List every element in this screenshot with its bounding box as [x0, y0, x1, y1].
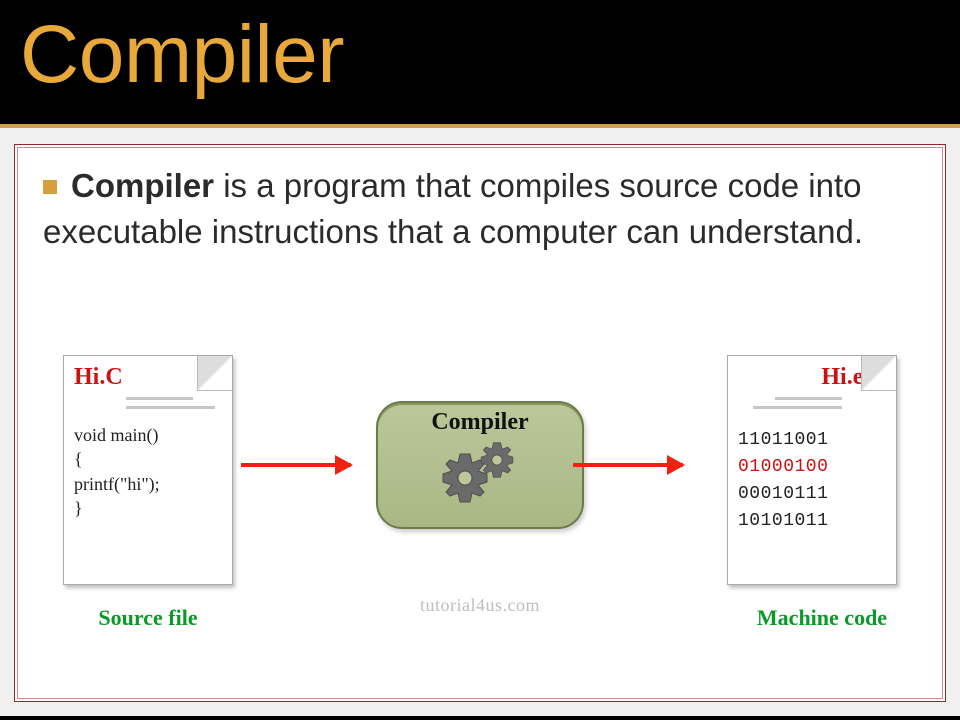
bullet-icon — [43, 180, 57, 194]
title-bar: Compiler — [0, 0, 960, 128]
content-panel: Compiler is a program that compiles sour… — [14, 144, 946, 702]
compiler-label: Compiler — [378, 409, 582, 436]
source-caption: Source file — [63, 605, 233, 631]
bin-line: 10101011 — [738, 508, 886, 535]
compiler-box: Compiler — [376, 401, 584, 529]
gears-icon — [435, 438, 525, 512]
content-area: Compiler is a program that compiles sour… — [0, 128, 960, 716]
slide-title: Compiler — [20, 8, 940, 102]
decorative-line — [126, 406, 215, 409]
body-bold: Compiler — [71, 167, 214, 204]
output-file-doc: Hi.exe 11011001 01000100 00010111 101010… — [727, 355, 897, 585]
decorative-line — [775, 397, 842, 400]
output-filename: Hi.exe — [738, 364, 886, 391]
decorative-line — [126, 397, 193, 400]
arrow-icon — [241, 463, 351, 467]
watermark: tutorial4us.com — [420, 595, 540, 616]
machine-code: 11011001 01000100 00010111 10101011 — [738, 427, 886, 535]
bin-line: 11011001 — [738, 427, 886, 454]
body-text: Compiler is a program that compiles sour… — [43, 163, 917, 255]
source-file-doc: Hi.C void main() { printf("hi"); } — [63, 355, 233, 585]
output-caption: Machine code — [737, 605, 907, 631]
source-filename: Hi.C — [74, 364, 222, 391]
arrow-icon — [573, 463, 683, 467]
source-code: void main() { printf("hi"); } — [74, 423, 222, 520]
decorative-line — [753, 406, 842, 409]
bin-line: 01000100 — [738, 454, 886, 481]
compiler-diagram: Hi.C void main() { printf("hi"); } Compi… — [63, 355, 897, 655]
bin-line: 00010111 — [738, 481, 886, 508]
